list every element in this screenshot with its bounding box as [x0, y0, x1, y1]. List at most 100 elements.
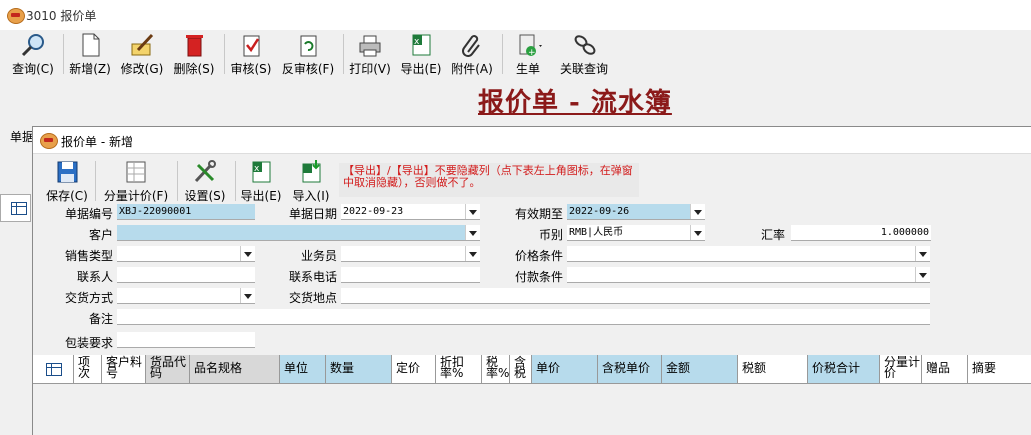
contact-label: 联系人 — [76, 270, 113, 284]
chevron-down-icon[interactable] — [690, 204, 705, 219]
main-side-label: 单据 — [10, 130, 35, 144]
doc-no-label: 单据编号 — [64, 207, 113, 221]
col-unit-price[interactable]: 单价 — [532, 355, 598, 383]
col-taxed-unit-price[interactable]: 含税单价 — [598, 355, 662, 383]
printer-icon — [356, 32, 384, 58]
delete-button[interactable]: 删除(S) — [172, 32, 216, 76]
toolbar-separator — [95, 161, 96, 201]
col-tax-amount[interactable]: 税额 — [738, 355, 808, 383]
grid-icon — [46, 363, 62, 376]
app-logo-icon — [7, 8, 25, 24]
main-title-bar: 3010 报价单 — [0, 0, 1031, 30]
col-customer-part-no[interactable]: 客户料号 — [102, 355, 146, 383]
remark-field[interactable] — [117, 309, 930, 325]
payment-terms-label: 付款条件 — [514, 270, 563, 284]
col-quantity[interactable]: 数量 — [326, 355, 392, 383]
export-button[interactable]: x 导出(E) — [399, 32, 443, 76]
unapprove-button[interactable]: 反审核(F) — [281, 32, 335, 76]
generate-button[interactable]: + 生单 — [507, 32, 549, 76]
rate-field[interactable]: 1.000000 — [791, 225, 931, 241]
excel-export-icon: x — [407, 32, 435, 58]
customer-field[interactable] — [117, 225, 480, 241]
chevron-down-icon[interactable] — [240, 246, 255, 261]
app-logo-icon — [40, 133, 58, 149]
chevron-down-icon[interactable] — [465, 225, 480, 240]
currency-value: RMB|人民币 — [569, 227, 624, 238]
chevron-down-icon[interactable] — [465, 246, 480, 261]
toolbar-separator — [502, 34, 503, 74]
sales-type-label: 销售类型 — [64, 249, 113, 263]
new-button[interactable]: 新增(Z) — [68, 32, 112, 76]
delivery-place-label: 交货地点 — [288, 291, 337, 305]
col-quantity-pricing[interactable]: 分量计价 — [880, 355, 922, 383]
col-summary[interactable]: 摘要 — [968, 355, 1031, 383]
chevron-down-icon[interactable] — [915, 246, 930, 261]
col-unit[interactable]: 单位 — [280, 355, 326, 383]
chevron-down-icon[interactable] — [690, 225, 705, 240]
sales-type-field[interactable] — [117, 246, 255, 262]
col-gift[interactable]: 赠品 — [922, 355, 968, 383]
paperclip-icon — [458, 32, 486, 58]
new-quote-dialog: 报价单 - 新增 保存(C) 分量计价(F) 设置(S) x 导出(E) 导入(… — [32, 126, 1031, 435]
salesman-field[interactable] — [341, 246, 480, 262]
col-goods-code[interactable]: 货品代码 — [146, 355, 190, 383]
export-warning-note: 【导出】/【导出】不要隐藏列（点下表左上角图标，在弹窗中取消隐藏），否则做不了。 — [339, 163, 639, 197]
doc-no-field[interactable]: XBJ-22090001 — [117, 204, 255, 220]
phone-field[interactable] — [341, 267, 480, 283]
detail-grid-body[interactable] — [33, 384, 1031, 435]
generate-document-icon: + — [514, 32, 542, 58]
new-document-icon — [76, 32, 104, 58]
col-total-with-tax[interactable]: 价税合计 — [808, 355, 880, 383]
col-name-spec[interactable]: 品名规格 — [190, 355, 280, 383]
doc-date-field[interactable]: 2022-09-23 — [341, 204, 480, 220]
col-discount-rate[interactable]: 折扣率% — [436, 355, 482, 383]
toolbar-separator — [343, 34, 344, 74]
query-button[interactable]: 查询(C) — [10, 32, 56, 76]
delivery-method-field[interactable] — [117, 288, 255, 304]
valid-until-value: 2022-09-26 — [569, 206, 630, 217]
doc-date-label: 单据日期 — [288, 207, 337, 221]
packing-label: 包装要求 — [64, 336, 113, 350]
currency-field[interactable]: RMB|人民币 — [567, 225, 705, 241]
print-button[interactable]: 打印(V) — [348, 32, 392, 76]
chevron-down-icon[interactable] — [240, 288, 255, 303]
settings-button[interactable]: 设置(S) — [183, 159, 227, 203]
chevron-down-icon[interactable] — [465, 204, 480, 219]
detail-grid-header: 项次 客户料号 货品代码 品名规格 单位 数量 定价 折扣率% 税率% 含税 单… — [33, 355, 1031, 384]
save-button[interactable]: 保存(C) — [45, 159, 89, 203]
rate-label: 汇率 — [760, 228, 785, 242]
col-tax-included[interactable]: 含税 — [510, 355, 532, 383]
payment-terms-field[interactable] — [567, 267, 930, 283]
valid-until-field[interactable]: 2022-09-26 — [567, 204, 705, 220]
doc-date-value: 2022-09-23 — [343, 206, 404, 217]
main-grid-toggle[interactable] — [0, 194, 31, 222]
attachment-button[interactable]: 附件(A) — [450, 32, 494, 76]
price-terms-label: 价格条件 — [514, 249, 563, 263]
packing-field[interactable] — [117, 332, 255, 348]
settings-tools-icon — [191, 159, 219, 185]
column-chooser-button[interactable] — [33, 355, 74, 383]
dialog-export-button[interactable]: x 导出(E) — [239, 159, 283, 203]
chevron-down-icon[interactable] — [915, 267, 930, 282]
price-terms-field[interactable] — [567, 246, 930, 262]
col-amount[interactable]: 金额 — [662, 355, 738, 383]
page-title: 报价单 - 流水簿 — [478, 88, 672, 118]
edit-button[interactable]: 修改(G) — [119, 32, 165, 76]
unapprove-icon — [294, 32, 322, 58]
delivery-place-field[interactable] — [341, 288, 930, 304]
approve-icon — [237, 32, 265, 58]
dialog-title-bar: 报价单 - 新增 — [33, 127, 1031, 154]
trash-icon — [180, 32, 208, 58]
toolbar-separator — [177, 161, 178, 201]
col-tax-rate[interactable]: 税率% — [482, 355, 510, 383]
contact-field[interactable] — [117, 267, 255, 283]
phone-label: 联系电话 — [288, 270, 337, 284]
col-list-price[interactable]: 定价 — [392, 355, 436, 383]
svg-text:x: x — [254, 164, 260, 174]
dialog-import-button[interactable]: 导入(I) — [289, 159, 333, 203]
valid-until-label: 有效期至 — [514, 207, 563, 221]
quantity-pricing-button[interactable]: 分量计价(F) — [101, 159, 171, 203]
related-query-button[interactable]: 关联查询 — [553, 32, 632, 76]
approve-button[interactable]: 审核(S) — [229, 32, 273, 76]
col-item-no[interactable]: 项次 — [74, 355, 102, 383]
